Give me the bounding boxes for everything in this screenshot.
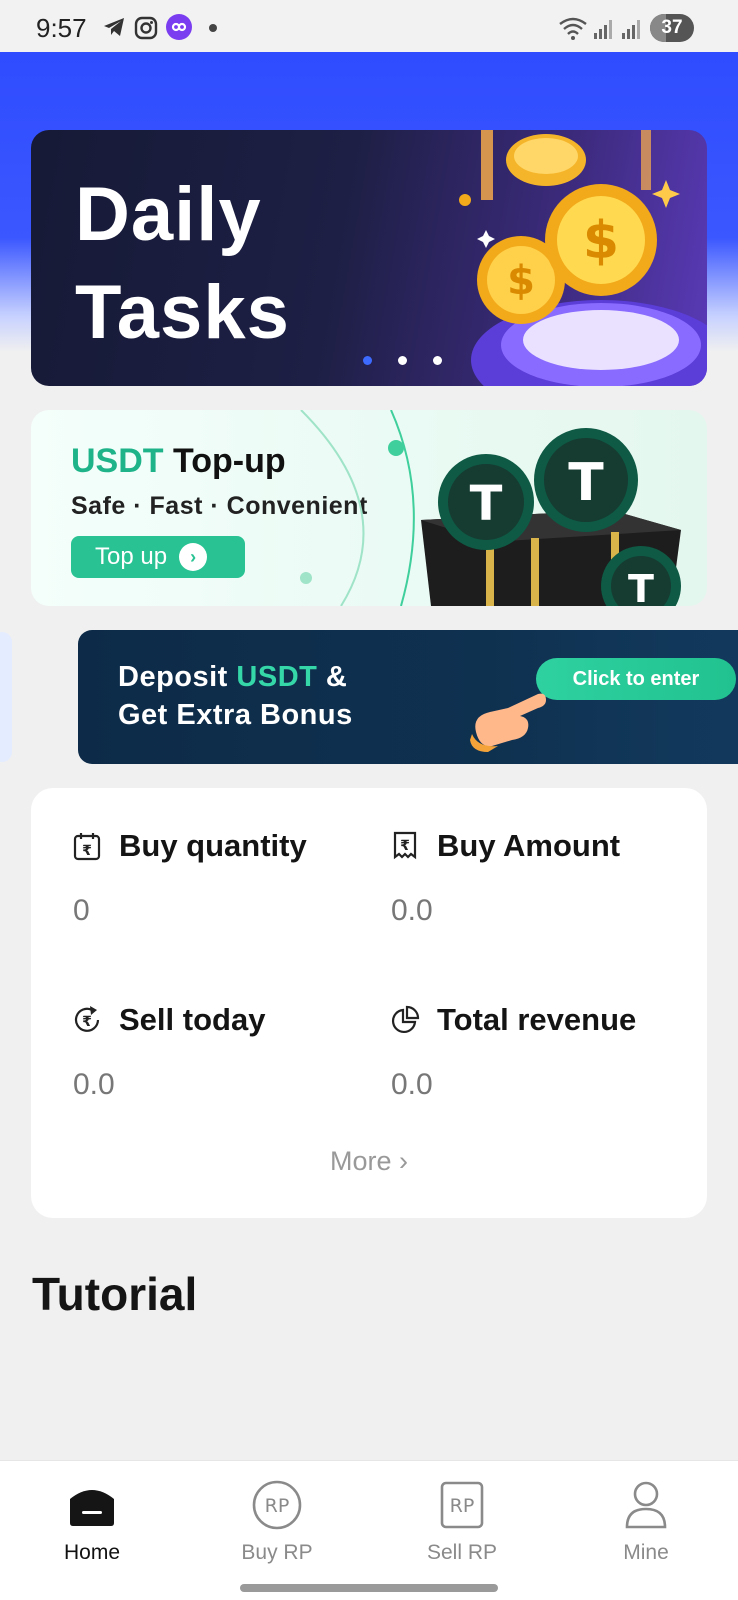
- nav-label: Mine: [623, 1541, 669, 1564]
- status-time: 9:57: [36, 13, 87, 43]
- home-icon: [66, 1479, 118, 1531]
- signal-icon: [622, 20, 640, 39]
- nav-item-mine[interactable]: Mine: [576, 1479, 716, 1565]
- telegram-icon: [104, 18, 124, 36]
- nav-label: Buy RP: [241, 1541, 313, 1564]
- topup-button-label: Top up: [95, 543, 168, 570]
- carousel-dots: [363, 356, 442, 365]
- rupee-cycle-icon: ₹: [71, 1004, 103, 1036]
- topup-title: USDT Top-up: [71, 442, 286, 481]
- deposit-line1-accent: USDT: [236, 661, 318, 693]
- deposit-line2: Get Extra Bonus: [118, 699, 353, 731]
- nav-item-home[interactable]: Home: [22, 1479, 162, 1565]
- deposit-bonus-banner[interactable]: Deposit USDT & Get Extra Bonus Click to …: [78, 630, 738, 764]
- home-indicator[interactable]: [240, 1584, 498, 1592]
- carousel-dot[interactable]: [433, 356, 442, 365]
- instagram-icon: [134, 16, 158, 40]
- daily-title-line1: Daily: [75, 172, 262, 257]
- nav-item-buy-rp[interactable]: RP Buy RP: [207, 1479, 347, 1565]
- dot-icon: [209, 24, 217, 32]
- buy-rp-icon: RP: [251, 1479, 303, 1531]
- arrow-right-icon: ›: [179, 543, 208, 571]
- stat-total-revenue: Total revenue 0.0: [389, 1002, 636, 1102]
- deposit-text: Deposit USDT & Get Extra Bonus: [118, 658, 353, 734]
- nav-label: Home: [63, 1541, 121, 1564]
- deposit-line1-prefix: Deposit: [118, 661, 228, 693]
- click-to-enter-button[interactable]: Click to enter: [536, 658, 736, 700]
- battery-indicator: 37: [650, 14, 694, 42]
- wifi-icon: [559, 17, 587, 40]
- svg-text:RP: RP: [265, 1495, 290, 1517]
- daily-title-line2: Tasks: [75, 270, 290, 355]
- status-bar: 9:57 37: [0, 0, 738, 52]
- daily-tasks-title: Daily Tasks: [75, 166, 290, 362]
- stat-buy-quantity: ₹ Buy quantity 0: [71, 828, 307, 928]
- more-label: More: [329, 1146, 392, 1176]
- svg-text:₹: ₹: [82, 843, 92, 859]
- svg-text:T: T: [628, 567, 654, 606]
- svg-text:$: $: [507, 258, 535, 304]
- topup-title-rest: Top-up: [173, 442, 286, 480]
- stat-label: Buy quantity: [119, 828, 307, 863]
- stat-sell-today: ₹ Sell today 0.0: [71, 1002, 265, 1102]
- pointing-hand-icon: [470, 693, 546, 752]
- carousel-dot[interactable]: [398, 356, 407, 365]
- stats-card: ₹ Buy quantity 0 ₹ Buy Amount 0.0 ₹ Sell…: [31, 788, 707, 1218]
- svg-text:RP: RP: [450, 1495, 475, 1517]
- receipt-rupee-icon: ₹: [389, 830, 421, 862]
- svg-text:T: T: [568, 453, 604, 513]
- signal-icon: [594, 20, 612, 39]
- nav-item-sell-rp[interactable]: RP Sell RP: [392, 1479, 532, 1565]
- usdt-topup-banner[interactable]: USDT Top-up Safe · Fast · Convenient Top…: [31, 410, 707, 606]
- svg-text:T: T: [470, 476, 503, 532]
- topup-button[interactable]: Top up ›: [71, 536, 245, 578]
- stat-buy-amount: ₹ Buy Amount 0.0: [389, 828, 620, 928]
- prev-banner-peek[interactable]: [0, 632, 12, 762]
- stat-value: 0.0: [73, 1068, 115, 1101]
- battery-level: 37: [661, 17, 683, 38]
- usdt-coins-illustration: T T T: [300, 410, 681, 606]
- topup-title-accent: USDT: [71, 442, 164, 480]
- calendar-rupee-icon: ₹: [71, 830, 103, 862]
- svg-text:₹: ₹: [400, 838, 410, 854]
- stat-value: 0: [73, 894, 90, 927]
- stat-label: Sell today: [119, 1002, 266, 1037]
- user-icon: [620, 1479, 672, 1531]
- app-screen: 9:57 37 Daily Tasks $ $ USDT Top-up Safe…: [0, 0, 738, 1600]
- app-badge-icon: [166, 14, 192, 40]
- more-link[interactable]: More ›: [31, 1146, 707, 1177]
- stat-value: 0.0: [391, 894, 433, 927]
- carousel-dot-active[interactable]: [363, 356, 372, 365]
- stat-label: Total revenue: [437, 1002, 637, 1037]
- deposit-line1-suffix: &: [325, 661, 348, 693]
- tutorial-heading: Tutorial: [32, 1268, 198, 1320]
- pie-chart-icon: [389, 1004, 421, 1036]
- sell-rp-icon: RP: [436, 1479, 488, 1531]
- chevron-right-icon: ›: [399, 1146, 409, 1176]
- bottom-nav: Home RP Buy RP RP Sell RP Mine: [0, 1460, 738, 1600]
- coins-illustration: $ $: [459, 130, 707, 386]
- daily-tasks-banner[interactable]: Daily Tasks $ $: [31, 130, 707, 386]
- nav-label: Sell RP: [426, 1541, 498, 1564]
- stat-value: 0.0: [391, 1068, 433, 1101]
- svg-text:₹: ₹: [82, 1014, 92, 1030]
- svg-text:$: $: [583, 211, 619, 271]
- stat-label: Buy Amount: [437, 828, 621, 863]
